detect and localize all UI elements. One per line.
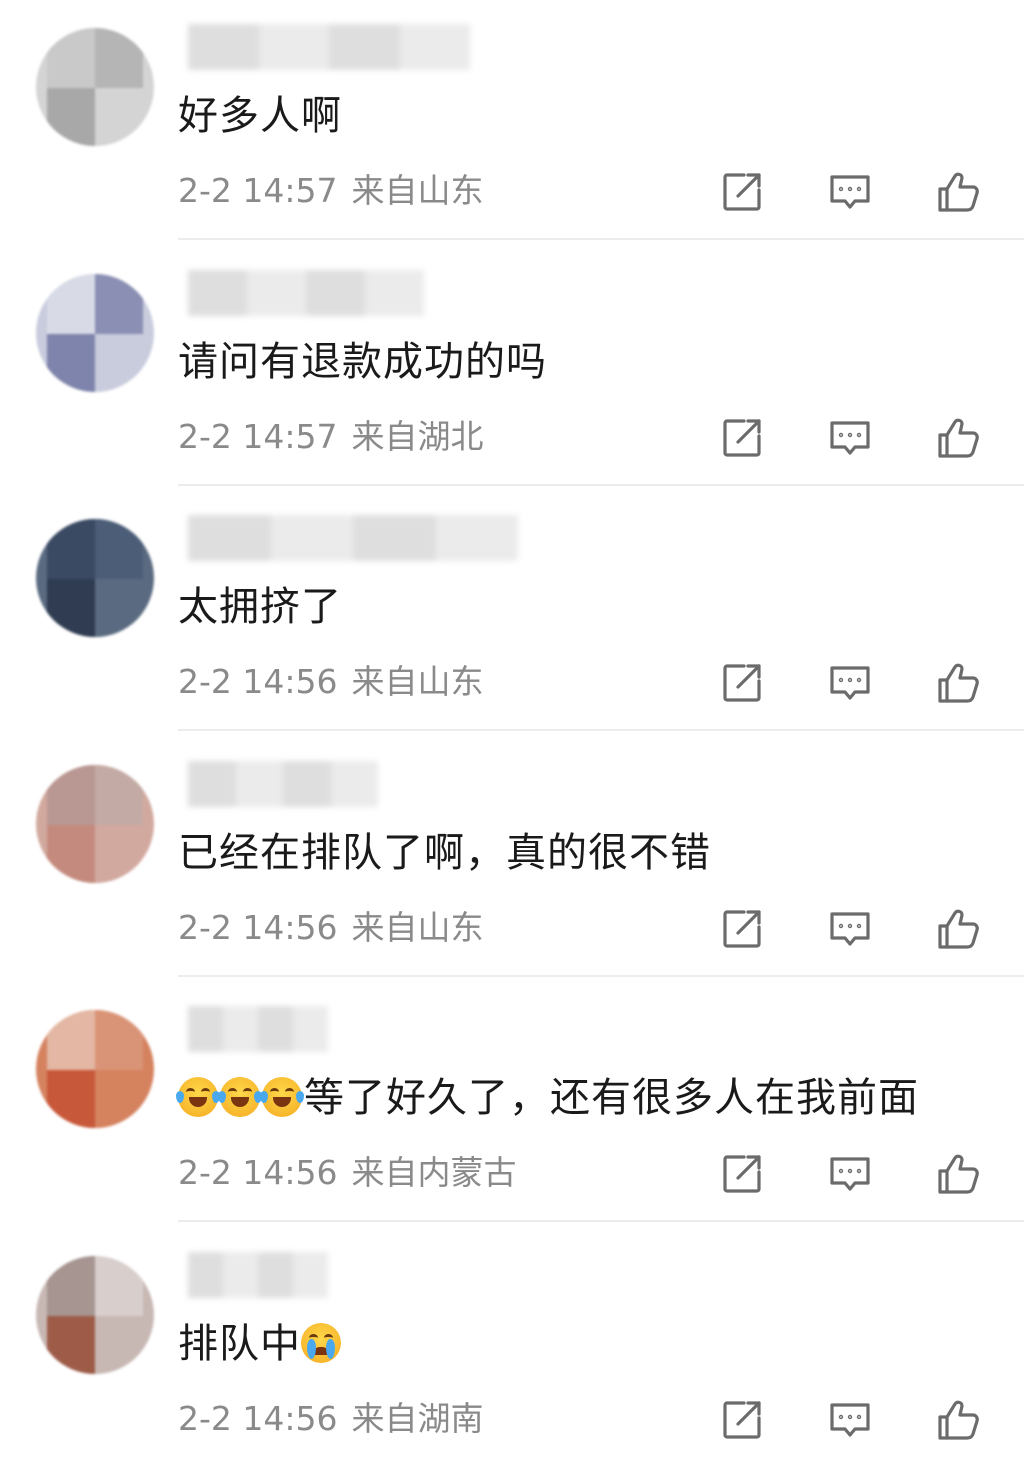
thumbs-up-icon: [934, 1150, 982, 1198]
thumbs-up-icon: [934, 168, 982, 216]
forward-icon: [718, 1396, 766, 1444]
comment-text-content: 请问有退款成功的吗: [178, 338, 547, 385]
reply-button[interactable]: [826, 905, 874, 953]
comment-item: 好多人啊 2-2 14:57 来自山东: [0, 6, 1024, 251]
divider: [178, 238, 1024, 240]
avatar[interactable]: [36, 273, 154, 392]
comment-meta: 2-2 14:57 来自湖北: [178, 414, 484, 460]
like-button[interactable]: [934, 1150, 982, 1198]
comment-item: 已经在排队了啊，真的很不错 2-2 14:56 来自山东: [0, 743, 1024, 988]
divider: [178, 1220, 1024, 1222]
forward-button[interactable]: [718, 1396, 766, 1444]
username-redacted[interactable]: [188, 269, 424, 316]
comment-text-content: 等了好久了，还有很多人在我前面: [304, 1075, 919, 1121]
comment-text: 等了好久了，还有很多人在我前面: [176, 1070, 919, 1126]
comment-location: 来自山东: [351, 907, 484, 947]
comment-icon: [826, 905, 874, 953]
forward-button[interactable]: [718, 168, 766, 216]
avatar[interactable]: [36, 519, 154, 637]
avatar[interactable]: [36, 28, 154, 146]
comment-meta: 2-2 14:57 来自山东: [178, 168, 484, 214]
divider: [178, 729, 1024, 731]
forward-button[interactable]: [718, 659, 766, 707]
comment-text: 排队中: [178, 1316, 343, 1372]
comment-text: 请问有退款成功的吗: [178, 334, 547, 390]
comment-timestamp: 2-2 14:56: [178, 1153, 338, 1192]
comment-icon: [826, 414, 874, 462]
laugh-cry-emoji-icon: [260, 1077, 304, 1117]
thumbs-up-icon: [934, 414, 982, 462]
forward-icon: [718, 1150, 766, 1198]
avatar[interactable]: [36, 764, 154, 883]
forward-icon: [718, 905, 766, 953]
username-redacted[interactable]: [188, 1006, 328, 1052]
comment-timestamp: 2-2 14:57: [178, 416, 338, 456]
comment-item: 太拥挤了 2-2 14:56 来自山东: [0, 497, 1024, 742]
forward-icon: [718, 659, 766, 707]
comment-icon: [826, 659, 874, 707]
comment-location: 来自内蒙古: [351, 1153, 517, 1192]
comment-icon: [826, 1396, 874, 1444]
comment-text-content: 排队中: [178, 1320, 301, 1367]
comment-text: 太拥挤了: [178, 579, 342, 635]
username-redacted[interactable]: [188, 1251, 328, 1298]
laugh-cry-emoji-icon: [218, 1077, 262, 1117]
comment-text: 好多人啊: [178, 88, 342, 144]
like-button[interactable]: [934, 168, 982, 216]
thumbs-up-icon: [934, 905, 982, 953]
forward-icon: [718, 168, 766, 216]
comment-icon: [826, 1150, 874, 1198]
comment-timestamp: 2-2 14:56: [178, 1398, 338, 1438]
like-button[interactable]: [934, 414, 982, 462]
comment-meta: 2-2 14:56 来自山东: [178, 659, 484, 705]
like-button[interactable]: [934, 905, 982, 953]
laugh-cry-emoji-icon: [176, 1077, 220, 1117]
reply-button[interactable]: [826, 414, 874, 462]
avatar[interactable]: [36, 1255, 154, 1374]
comment-location: 来自湖南: [351, 1398, 484, 1438]
divider: [178, 974, 1024, 977]
forward-button[interactable]: [718, 1150, 766, 1198]
like-button[interactable]: [934, 659, 982, 707]
comment-icon: [826, 168, 874, 216]
comment-meta: 2-2 14:56 来自山东: [178, 905, 484, 951]
username-redacted[interactable]: [188, 24, 470, 70]
comment-list: 好多人啊 2-2 14:57 来自山东 请问有退款成功的吗 2-2 14:57 来自湖北太…: [0, 0, 1024, 1445]
reply-button[interactable]: [826, 659, 874, 707]
comment-text-content: 太拥挤了: [178, 584, 342, 630]
avatar[interactable]: [36, 1010, 154, 1128]
comment-timestamp: 2-2 14:56: [178, 662, 338, 701]
divider: [178, 483, 1024, 486]
forward-icon: [718, 414, 766, 462]
reply-button[interactable]: [826, 1396, 874, 1444]
forward-button[interactable]: [718, 905, 766, 953]
forward-button[interactable]: [718, 414, 766, 462]
comment-location: 来自山东: [351, 662, 484, 701]
comment-item: 等了好久了，还有很多人在我前面 2-2 14:56 来自内蒙古: [0, 988, 1024, 1233]
username-redacted[interactable]: [188, 760, 378, 807]
comment-location: 来自湖北: [351, 416, 484, 456]
username-redacted[interactable]: [188, 515, 518, 561]
comment-text-content: 已经在排队了啊，真的很不错: [178, 829, 711, 876]
comment-text-content: 好多人啊: [178, 93, 342, 139]
comment-item: 请问有退款成功的吗 2-2 14:57 来自湖北: [0, 252, 1024, 497]
thumbs-up-icon: [934, 659, 982, 707]
crying-emoji-icon: [301, 1322, 341, 1363]
comment-timestamp: 2-2 14:57: [178, 171, 338, 210]
comment-meta: 2-2 14:56 来自湖南: [178, 1396, 484, 1442]
like-button[interactable]: [934, 1396, 982, 1444]
comment-timestamp: 2-2 14:56: [178, 907, 338, 947]
reply-button[interactable]: [826, 1150, 874, 1198]
comment-text: 已经在排队了啊，真的很不错: [178, 825, 711, 881]
thumbs-up-icon: [934, 1396, 982, 1444]
comment-meta: 2-2 14:56 来自内蒙古: [178, 1150, 517, 1196]
comment-location: 来自山东: [351, 171, 484, 210]
comment-item: 排队中 2-2 14:56 来自湖南: [0, 1234, 1024, 1479]
reply-button[interactable]: [826, 168, 874, 216]
